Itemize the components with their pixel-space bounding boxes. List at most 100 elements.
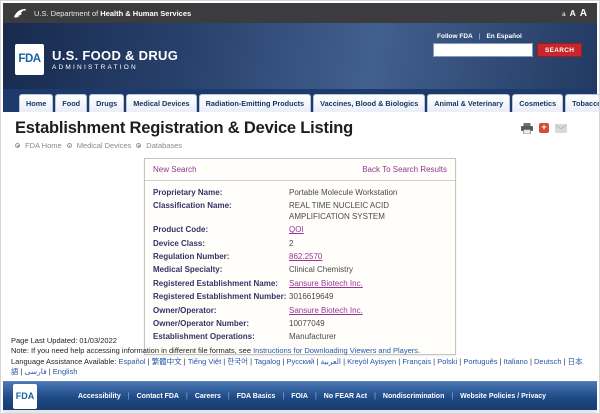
fda-logo[interactable]: FDA [15,44,44,75]
field-label-product-code: Product Code: [153,225,289,235]
table-row: Owner/Operator: Sansure Biotech Inc. [153,306,447,316]
tab-food[interactable]: Food [55,94,87,112]
breadcrumb-fda-home[interactable]: FDA Home [25,141,62,150]
table-row: Registered Establishment Name: Sansure B… [153,279,447,289]
org-line1: U.S. FOOD & DRUG [52,48,178,63]
breadcrumb-medical-devices[interactable]: Medical Devices [77,141,132,150]
breadcrumb-bullet-icon [136,143,141,148]
language-link-kreyol[interactable]: Kreyòl Ayisyen [347,357,402,366]
table-row: Product Code: QOI [153,225,447,235]
tab-tobacco-products[interactable]: Tobacco Products [565,94,600,112]
language-link-chinese[interactable]: 繁體中文 [152,357,188,366]
follow-fda-link[interactable]: Follow FDA [437,33,473,40]
text-size-small-button[interactable]: a [562,11,566,18]
org-line2: ADMINISTRATION [52,64,178,71]
hhs-department-link[interactable]: U.S. Department of Health & Human Servic… [34,9,191,18]
language-link-german[interactable]: Deutsch [534,357,568,366]
language-link-portuguese[interactable]: Português [463,357,503,366]
search-button[interactable]: SEARCH [537,43,582,57]
text-size-medium-button[interactable]: A [570,8,576,18]
main-navigation: Home Food Drugs Medical Devices Radiatio… [3,89,597,112]
field-value-classification-name: REAL TIME NUCLEIC ACID AMPLIFICATION SYS… [289,201,447,222]
language-link-korean[interactable]: 한국어 [227,357,254,366]
tab-cosmetics[interactable]: Cosmetics [512,94,563,112]
field-label-medical-specialty: Medical Specialty: [153,265,289,275]
page-title: Establishment Registration & Device List… [15,119,353,138]
device-listing-box: New Search Back To Search Results Propri… [144,158,456,355]
share-icon[interactable]: + [539,123,549,133]
tab-medical-devices[interactable]: Medical Devices [126,94,196,112]
fda-org-name: U.S. FOOD & DRUG ADMINISTRATION [52,48,178,71]
device-fields-table: Proprietary Name: Portable Molecule Work… [145,181,455,354]
text-size-large-button[interactable]: A [580,8,587,19]
footer-link-accessibility[interactable]: Accessibility [78,393,137,400]
field-label-proprietary-name: Proprietary Name: [153,188,289,198]
fda-header: FDA U.S. FOOD & DRUG ADMINISTRATION Foll… [3,23,597,89]
hhs-top-bar: U.S. Department of Health & Human Servic… [3,3,597,23]
footer-link-website-policies[interactable]: Website Policies / Privacy [460,393,546,400]
field-value-owner-operator-number: 10077049 [289,319,447,329]
footer-link-contact-fda[interactable]: Contact FDA [137,393,195,400]
header-utilities: Follow FDA | En Español SEARCH [433,33,583,57]
footer-link-no-fear-act[interactable]: No FEAR Act [324,393,383,400]
field-label-classification-name: Classification Name: [153,201,289,222]
site-footer-bar: FDA Accessibility Contact FDA Careers FD… [3,381,597,410]
tab-animal-veterinary[interactable]: Animal & Veterinary [427,94,510,112]
new-search-link[interactable]: New Search [153,165,197,174]
language-link-russian[interactable]: Русский [287,357,321,366]
field-label-owner-operator: Owner/Operator: [153,306,289,316]
language-link-vietnamese[interactable]: Tiếng Việt [188,357,227,366]
regulation-number-link[interactable]: 862.2570 [289,252,447,262]
last-updated-text: Page Last Updated: 01/03/2022 [11,336,589,346]
tab-drugs[interactable]: Drugs [89,94,124,112]
language-link-espanol[interactable]: Español [118,357,151,366]
back-to-search-results-link[interactable]: Back To Search Results [362,165,447,174]
field-label-device-class: Device Class: [153,239,289,249]
language-link-french[interactable]: Français [402,357,437,366]
field-label-owner-operator-number: Owner/Operator Number: [153,319,289,329]
page-action-icons: + [521,123,567,134]
field-value-medical-specialty: Clinical Chemistry [289,265,447,275]
language-link-polish[interactable]: Polski [437,357,463,366]
footer-link-foia[interactable]: FOIA [291,393,324,400]
footer-link-fda-basics[interactable]: FDA Basics [237,393,291,400]
field-label-regulation-number: Regulation Number: [153,252,289,262]
tab-home[interactable]: Home [19,94,53,112]
language-link-english[interactable]: English [53,367,78,376]
field-value-registered-establishment-number: 3016619649 [289,292,447,302]
footer-link-nondiscrimination[interactable]: Nondiscrimination [383,393,460,400]
language-link-italian[interactable]: Italiano [504,357,534,366]
bottom-strip [3,410,597,413]
table-row: Device Class: 2 [153,239,447,249]
table-row: Registered Establishment Number: 3016619… [153,292,447,302]
footer-link-careers[interactable]: Careers [195,393,237,400]
en-espanol-link[interactable]: En Español [486,33,521,40]
email-icon[interactable] [555,124,567,133]
language-link-arabic[interactable]: العربية [321,357,348,366]
follow-separator: | [479,33,481,40]
main-content: Establishment Registration & Device List… [3,112,597,381]
formats-note: Note: If you need help accessing informa… [11,346,589,356]
search-input[interactable] [433,43,533,57]
downloading-viewers-link[interactable]: Instructions for Downloading Viewers and… [253,346,418,355]
product-code-link[interactable]: QOI [289,225,447,235]
footer-fda-logo[interactable]: FDA [13,384,37,409]
hhs-eagle-icon [13,7,28,20]
breadcrumb-bullet-icon [67,143,72,148]
table-row: Classification Name: REAL TIME NUCLEIC A… [153,201,447,222]
language-link-tagalog[interactable]: Tagalog [254,357,286,366]
language-link-farsi[interactable]: فارسی [25,367,53,376]
registered-establishment-name-link[interactable]: Sansure Biotech Inc. [289,279,447,289]
breadcrumb-bullet-icon [15,143,20,148]
text-size-controls: a A A [562,8,587,19]
table-row: Proprietary Name: Portable Molecule Work… [153,188,447,198]
tab-vaccines-blood-biologics[interactable]: Vaccines, Blood & Biologics [313,94,425,112]
tab-radiation-emitting-products[interactable]: Radiation-Emitting Products [199,94,312,112]
breadcrumb-databases[interactable]: Databases [146,141,182,150]
language-assistance: Language Assistance Available: Español繁體… [11,357,589,377]
field-label-registered-establishment-name: Registered Establishment Name: [153,279,289,289]
owner-operator-link[interactable]: Sansure Biotech Inc. [289,306,447,316]
footer-links: Accessibility Contact FDA Careers FDA Ba… [78,393,546,400]
breadcrumb: FDA Home Medical Devices Databases [15,141,585,150]
print-icon[interactable] [521,123,533,134]
